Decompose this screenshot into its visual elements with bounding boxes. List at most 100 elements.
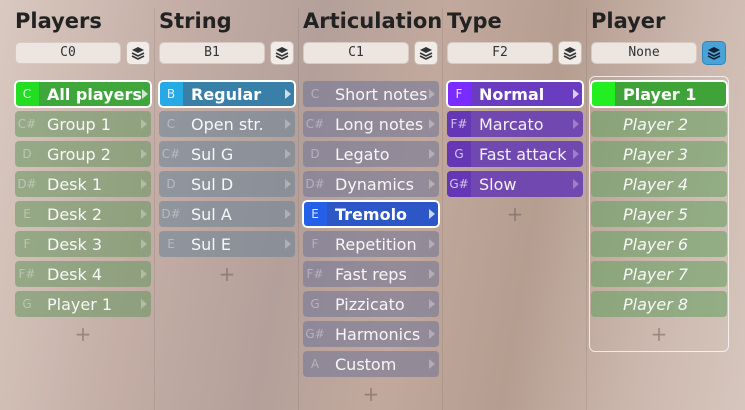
note-label: C# <box>305 117 325 131</box>
list-item[interactable]: G# Slow <box>447 171 583 197</box>
list-item[interactable]: C Short notes <box>303 81 439 107</box>
list-item[interactable]: Player 5 <box>591 201 727 227</box>
note-label: F <box>311 237 319 251</box>
column-divider <box>298 8 299 410</box>
item-label: Normal <box>479 84 545 104</box>
column-title: String <box>159 9 232 33</box>
chevron-right-icon <box>141 119 147 129</box>
column-player: Player None Player 1 Player 2 Player 3 P… <box>589 0 731 410</box>
chevron-right-icon <box>429 149 435 159</box>
add-button[interactable]: + <box>505 202 525 226</box>
chevron-right-icon <box>285 209 291 219</box>
layers-icon[interactable] <box>270 41 294 65</box>
chevron-right-icon <box>141 299 147 309</box>
list-item[interactable]: G# Harmonics <box>303 321 439 347</box>
list-item[interactable]: D Group 2 <box>15 141 151 167</box>
note-label <box>591 291 615 317</box>
list-item[interactable]: D# Dynamics <box>303 171 439 197</box>
chevron-right-icon <box>141 149 147 159</box>
list-item[interactable]: E Tremolo <box>302 200 440 228</box>
list-item[interactable]: E Desk 2 <box>15 201 151 227</box>
list-item[interactable]: Player 3 <box>591 141 727 167</box>
item-label: Custom <box>335 354 397 374</box>
item-label: Desk 1 <box>47 174 103 194</box>
note-label: F# <box>306 267 324 281</box>
chevron-right-icon <box>573 89 579 99</box>
list-item[interactable]: B Regular <box>158 80 296 108</box>
keyswitch-field[interactable]: F2 <box>447 42 553 64</box>
keyswitch-field[interactable]: C0 <box>15 42 121 64</box>
keyswitch-field[interactable]: None <box>591 42 697 64</box>
list-item[interactable]: Player 1 <box>590 80 728 108</box>
item-label: Short notes <box>335 84 428 104</box>
list-item[interactable]: F Normal <box>446 80 584 108</box>
list-item[interactable]: G Pizzicato <box>303 291 439 317</box>
item-label: Player 6 <box>623 234 689 254</box>
item-label: Player 5 <box>623 204 689 224</box>
list-item[interactable]: F Desk 3 <box>15 231 151 257</box>
chevron-right-icon <box>573 179 579 189</box>
add-button[interactable]: + <box>649 322 669 346</box>
layers-icon[interactable] <box>558 41 582 65</box>
list-item[interactable]: G Fast attack <box>447 141 583 167</box>
chevron-right-icon <box>285 239 291 249</box>
note-label <box>591 111 615 137</box>
chevron-right-icon <box>141 179 147 189</box>
item-label: Legato <box>335 144 390 164</box>
keyswitch-field[interactable]: C1 <box>303 42 409 64</box>
note-label <box>591 171 615 197</box>
note-label <box>591 261 615 287</box>
item-label: Harmonics <box>335 324 421 344</box>
chevron-right-icon <box>573 119 579 129</box>
chevron-right-icon <box>285 119 291 129</box>
item-label: Sul G <box>191 144 234 164</box>
list-item[interactable]: D# Sul A <box>159 201 295 227</box>
item-label: Sul E <box>191 234 231 254</box>
add-button[interactable]: + <box>361 382 381 406</box>
list-item[interactable]: Player 7 <box>591 261 727 287</box>
chevron-right-icon <box>429 209 435 219</box>
list-item[interactable]: D Legato <box>303 141 439 167</box>
list-item[interactable]: F# Marcato <box>447 111 583 137</box>
column-players: Players C0 C All players C# Group 1 D Gr… <box>14 0 152 410</box>
chevron-right-icon <box>429 89 435 99</box>
list-item[interactable]: A Custom <box>303 351 439 377</box>
item-label: Tremolo <box>335 204 408 224</box>
note-label: F# <box>447 111 471 137</box>
list-item[interactable]: C# Group 1 <box>15 111 151 137</box>
list-item[interactable]: C# Long notes <box>303 111 439 137</box>
note-label: D <box>166 177 176 191</box>
list-item[interactable]: D Sul D <box>159 171 295 197</box>
layers-icon[interactable] <box>414 41 438 65</box>
list-item[interactable]: D# Desk 1 <box>15 171 151 197</box>
note-label: E <box>303 201 327 227</box>
item-label: Group 2 <box>47 144 111 164</box>
layers-icon[interactable] <box>702 41 726 65</box>
chevron-right-icon <box>429 299 435 309</box>
list-item[interactable]: F# Fast reps <box>303 261 439 287</box>
list-item[interactable]: Player 2 <box>591 111 727 137</box>
list-item[interactable]: C# Sul G <box>159 141 295 167</box>
add-button[interactable]: + <box>73 322 93 346</box>
list-item[interactable]: Player 8 <box>591 291 727 317</box>
layers-icon[interactable] <box>126 41 150 65</box>
note-label: G <box>22 297 32 311</box>
list-item[interactable]: C All players <box>14 80 152 108</box>
column-articulation: Articulation C1 C Short notes C# Long no… <box>302 0 442 410</box>
list-item[interactable]: Player 4 <box>591 171 727 197</box>
list-item[interactable]: C Open str. <box>159 111 295 137</box>
list-item[interactable]: F# Desk 4 <box>15 261 151 287</box>
chevron-right-icon <box>429 119 435 129</box>
list-item[interactable]: F Repetition <box>303 231 439 257</box>
item-label: Sul D <box>191 174 234 194</box>
note-label: B <box>159 81 183 107</box>
list-item[interactable]: G Player 1 <box>15 291 151 317</box>
note-label <box>591 81 615 107</box>
chevron-right-icon <box>285 89 291 99</box>
keyswitch-field[interactable]: B1 <box>159 42 265 64</box>
list-item[interactable]: Player 6 <box>591 231 727 257</box>
item-label: Player 3 <box>623 144 689 164</box>
column-divider <box>154 8 155 410</box>
add-button[interactable]: + <box>217 262 237 286</box>
list-item[interactable]: E Sul E <box>159 231 295 257</box>
